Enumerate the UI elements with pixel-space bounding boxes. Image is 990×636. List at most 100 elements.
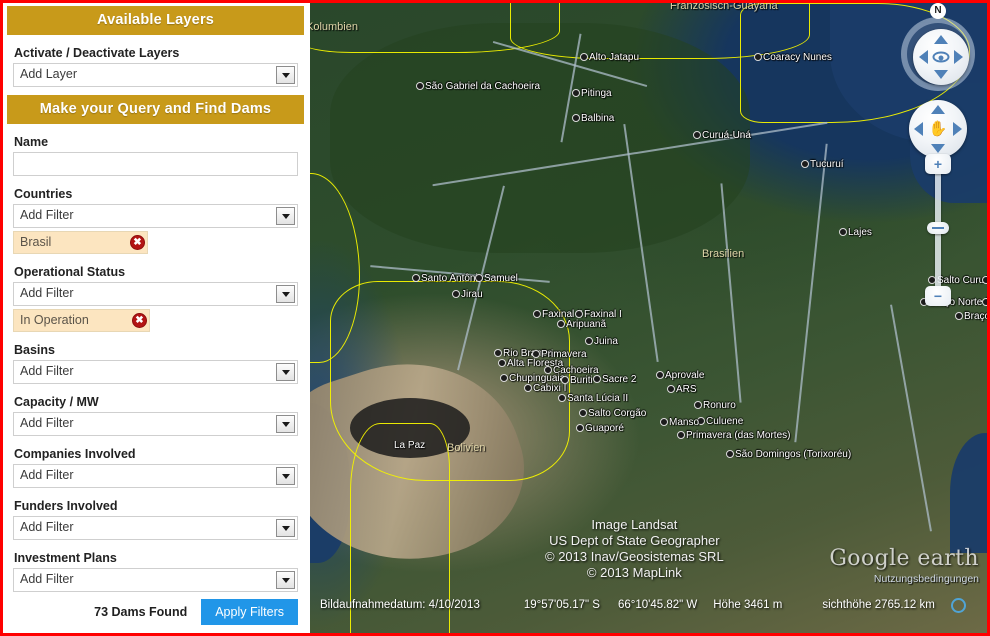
dam-marker-dot[interactable] bbox=[524, 384, 532, 392]
dam-marker[interactable]: Santa Lúcia II bbox=[558, 394, 628, 404]
pan-down-arrow-icon[interactable] bbox=[931, 144, 945, 153]
dam-marker-dot[interactable] bbox=[667, 385, 675, 393]
dam-marker[interactable]: Curuá-Uná bbox=[693, 131, 751, 141]
remove-filter-icon[interactable]: ✖ bbox=[130, 235, 145, 250]
chevron-down-icon[interactable] bbox=[276, 207, 295, 225]
dam-marker-dot[interactable] bbox=[677, 431, 685, 439]
dam-marker-dot[interactable] bbox=[754, 53, 762, 61]
add-layer-select[interactable]: Add Layer bbox=[13, 63, 298, 87]
funders-involved-select[interactable]: Add Filter bbox=[13, 516, 298, 540]
dam-marker[interactable]: São Gabriel da Cachoeira bbox=[416, 82, 540, 92]
dam-marker-dot[interactable] bbox=[561, 376, 569, 384]
dam-marker[interactable]: Manso bbox=[660, 418, 699, 428]
dam-marker-dot[interactable] bbox=[660, 418, 668, 426]
dam-marker[interactable]: Braço Norte IV bbox=[982, 298, 987, 308]
dam-marker-dot[interactable] bbox=[412, 274, 420, 282]
pan-left-arrow-icon[interactable] bbox=[914, 122, 923, 136]
dam-marker-dot[interactable] bbox=[498, 359, 506, 367]
look-up-arrow-icon[interactable] bbox=[934, 35, 948, 44]
dam-marker-dot[interactable] bbox=[726, 450, 734, 458]
dam-marker-dot[interactable] bbox=[558, 394, 566, 402]
chevron-down-icon[interactable] bbox=[276, 519, 295, 537]
terms-of-use-link[interactable]: Nutzungsbedingungen bbox=[829, 573, 979, 585]
chevron-down-icon[interactable] bbox=[276, 571, 295, 589]
name-input[interactable] bbox=[13, 152, 298, 176]
eye-icon[interactable] bbox=[932, 51, 950, 63]
capacity-select[interactable]: Add Filter bbox=[13, 412, 298, 436]
dam-marker-dot[interactable] bbox=[494, 349, 502, 357]
dam-marker[interactable]: Jirau bbox=[452, 290, 483, 300]
apply-filters-button[interactable]: Apply Filters bbox=[201, 599, 298, 625]
basins-select[interactable]: Add Filter bbox=[13, 360, 298, 384]
dam-marker-dot[interactable] bbox=[576, 424, 584, 432]
dam-marker[interactable]: Pitinga bbox=[572, 89, 612, 99]
dam-marker-dot[interactable] bbox=[500, 374, 508, 382]
dam-marker[interactable]: Primavera bbox=[532, 350, 587, 360]
dam-marker[interactable]: Ronuro bbox=[694, 401, 736, 411]
zoom-slider-thumb[interactable] bbox=[927, 222, 949, 234]
dam-marker-dot[interactable] bbox=[694, 401, 702, 409]
look-joystick-ball[interactable] bbox=[913, 29, 969, 85]
dam-marker-dot[interactable] bbox=[982, 298, 987, 306]
dam-marker-dot[interactable] bbox=[955, 312, 963, 320]
dam-marker[interactable]: Primavera (das Mortes) bbox=[677, 431, 790, 441]
countries-select[interactable]: Add Filter bbox=[13, 204, 298, 228]
dam-marker[interactable]: ARS bbox=[667, 385, 697, 395]
look-left-arrow-icon[interactable] bbox=[919, 50, 928, 64]
dam-marker[interactable]: Juina bbox=[585, 337, 618, 347]
hand-icon[interactable]: ✋ bbox=[929, 122, 948, 137]
dam-marker-dot[interactable] bbox=[580, 53, 588, 61]
dam-marker-dot[interactable] bbox=[982, 276, 987, 284]
dam-marker[interactable]: Cabixi I bbox=[524, 384, 566, 394]
dam-marker-dot[interactable] bbox=[801, 160, 809, 168]
dam-marker[interactable]: Guaporé bbox=[576, 424, 624, 434]
operational-status-select[interactable]: Add Filter bbox=[13, 282, 298, 306]
investment-plans-select[interactable]: Add Filter bbox=[13, 568, 298, 592]
dam-marker-dot[interactable] bbox=[656, 371, 664, 379]
dam-marker[interactable]: Alto Jatapu bbox=[580, 53, 639, 63]
dam-marker-dot[interactable] bbox=[572, 89, 580, 97]
pan-joystick[interactable]: ✋ bbox=[909, 100, 967, 158]
dam-marker-dot[interactable] bbox=[572, 114, 580, 122]
zoom-out-button[interactable]: − bbox=[925, 286, 951, 306]
dam-marker[interactable]: Salto Três de Maio bbox=[982, 276, 987, 286]
dam-marker-dot[interactable] bbox=[593, 375, 601, 383]
look-right-arrow-icon[interactable] bbox=[954, 50, 963, 64]
dam-marker[interactable]: São Domingos (Torixoréu) bbox=[726, 450, 851, 460]
dam-marker-dot[interactable] bbox=[579, 409, 587, 417]
dam-marker[interactable]: Aripuanã bbox=[557, 320, 606, 330]
pan-up-arrow-icon[interactable] bbox=[931, 105, 945, 114]
chevron-down-icon[interactable] bbox=[276, 415, 295, 433]
pan-joystick-ball[interactable]: ✋ bbox=[909, 100, 967, 158]
dam-marker-dot[interactable] bbox=[585, 337, 593, 345]
dam-marker-dot[interactable] bbox=[557, 320, 565, 328]
zoom-in-button[interactable]: + bbox=[925, 154, 951, 174]
look-down-arrow-icon[interactable] bbox=[934, 70, 948, 79]
zoom-slider[interactable]: + − bbox=[925, 154, 951, 306]
dam-marker-dot[interactable] bbox=[533, 310, 541, 318]
dam-marker-dot[interactable] bbox=[575, 310, 583, 318]
dam-marker-dot[interactable] bbox=[416, 82, 424, 90]
chevron-down-icon[interactable] bbox=[276, 363, 295, 381]
dam-marker[interactable]: Culuene bbox=[697, 417, 743, 427]
dam-marker-dot[interactable] bbox=[532, 350, 540, 358]
dam-marker[interactable]: Tucuruí bbox=[801, 160, 844, 170]
dam-marker[interactable]: Santo Antônio bbox=[412, 274, 483, 284]
companies-involved-select[interactable]: Add Filter bbox=[13, 464, 298, 488]
dam-marker[interactable]: Aprovale bbox=[656, 371, 704, 381]
pan-right-arrow-icon[interactable] bbox=[953, 122, 962, 136]
dam-marker[interactable]: Buriti bbox=[561, 376, 593, 386]
chevron-down-icon[interactable] bbox=[276, 66, 295, 84]
chevron-down-icon[interactable] bbox=[276, 285, 295, 303]
dam-marker[interactable]: Sacre 2 bbox=[593, 375, 636, 385]
compass-north-icon[interactable]: N bbox=[930, 3, 946, 19]
dam-marker[interactable]: Salto Corgão bbox=[579, 409, 646, 419]
remove-filter-icon[interactable]: ✖ bbox=[132, 313, 147, 328]
dam-marker[interactable]: Lajes bbox=[839, 228, 872, 238]
look-joystick[interactable]: N bbox=[901, 3, 975, 91]
dam-marker[interactable]: Samuel bbox=[475, 274, 518, 284]
dam-marker-dot[interactable] bbox=[839, 228, 847, 236]
dam-marker[interactable]: Balbina bbox=[572, 114, 614, 124]
dam-marker[interactable]: Coaracy Nunes bbox=[754, 53, 832, 63]
chevron-down-icon[interactable] bbox=[276, 467, 295, 485]
